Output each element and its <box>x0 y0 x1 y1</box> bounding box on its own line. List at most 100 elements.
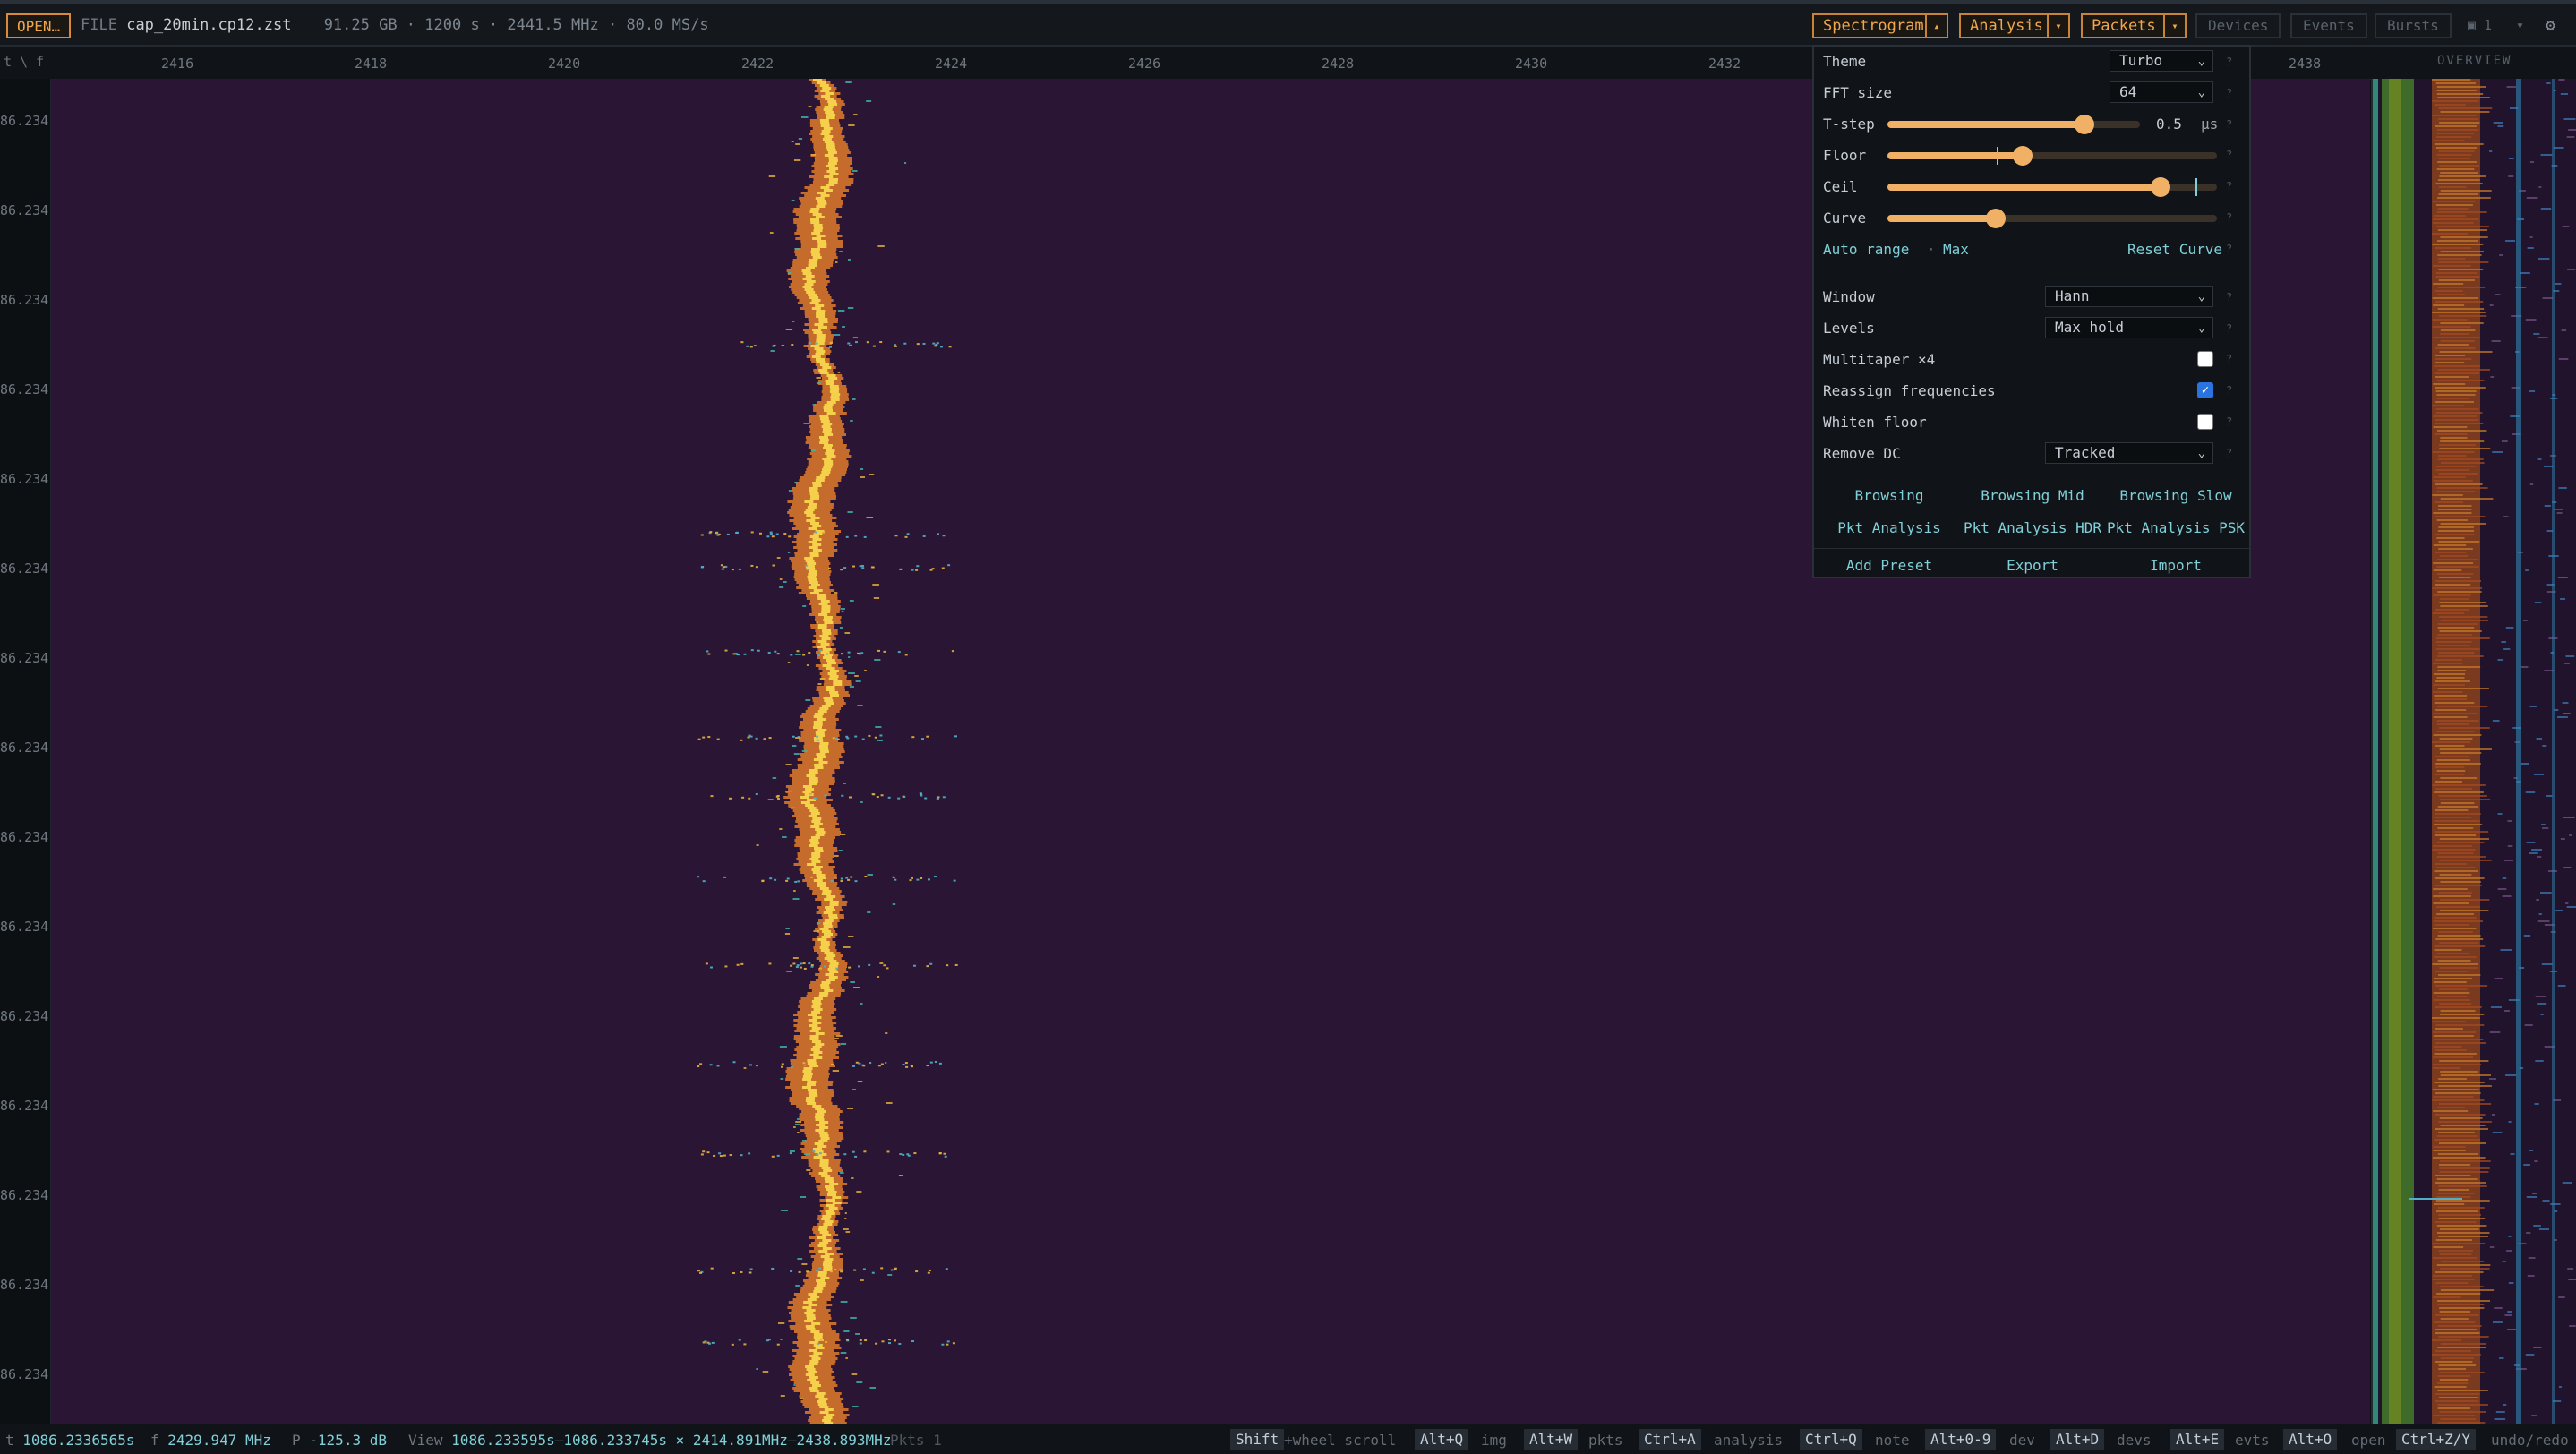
whiten-floor-checkbox[interactable] <box>2197 414 2213 430</box>
preset-browsing-mid[interactable]: Browsing Mid <box>1961 487 2104 504</box>
spectrogram-settings-panel: Theme Turbo ⌄ ? FFT size 64 ⌄ ? T-step 0.5… <box>1812 45 2251 578</box>
packets-button[interactable]: Packets <box>2081 13 2167 38</box>
view-menu-toggle[interactable]: ▾ <box>2516 13 2524 38</box>
fft-size-label: FFT size <box>1823 84 1893 101</box>
ceil-slider[interactable] <box>1887 177 2217 197</box>
axis-corner-label: t \ f <box>4 54 45 70</box>
spectrogram-menu-toggle[interactable]: ▴ <box>1925 13 1948 38</box>
time-tick: 86.234 <box>0 1187 49 1203</box>
shortcut-desc: analysis <box>1714 1432 1784 1449</box>
floor-slider[interactable] <box>1887 146 2217 166</box>
help-icon[interactable]: ? <box>2226 415 2232 428</box>
spectrogram-button[interactable]: Spectrogram <box>1812 13 1935 38</box>
help-icon[interactable]: ? <box>2226 87 2232 99</box>
multitaper-label: Multitaper ×4 <box>1823 351 1936 368</box>
chevron-down-icon: ⌄ <box>2197 54 2205 68</box>
status-bar: t 1086.2336565s f 2429.947 MHz P -125.3 … <box>0 1424 2576 1454</box>
top-toolbar: OPEN… FILE cap_20min.cp12.zst 91.25 GB ·… <box>0 0 2576 47</box>
time-tick: 86.234 <box>0 919 49 935</box>
help-icon[interactable]: ? <box>2226 322 2232 335</box>
shortcut-key: Ctrl+Z/Y <box>2396 1429 2477 1450</box>
fft-size-select[interactable]: 64 ⌄ <box>2110 81 2213 103</box>
export-button[interactable]: Export <box>1961 557 2104 574</box>
chevron-down-icon: ⌄ <box>2197 85 2205 99</box>
file-name: cap_20min.cp12.zst <box>126 16 292 34</box>
levels-value: Max hold <box>2055 319 2125 336</box>
tstep-slider[interactable] <box>1887 115 2140 134</box>
max-link[interactable]: Max <box>1943 241 1969 258</box>
reassign-checkbox[interactable]: ✓ <box>2197 382 2213 398</box>
shortcut-key: Shift <box>1230 1429 1285 1450</box>
shortcut-key: Ctrl+A <box>1639 1429 1701 1450</box>
shortcut-desc: img <box>1481 1432 1507 1449</box>
time-tick: 86.234 <box>0 202 49 218</box>
time-tick: 86.234 <box>0 292 49 308</box>
help-icon[interactable]: ? <box>2226 291 2232 304</box>
shortcut-desc: devs <box>2117 1432 2152 1449</box>
packets-menu-toggle[interactable]: ▾ <box>2163 13 2187 38</box>
help-icon[interactable]: ? <box>2226 384 2232 397</box>
floor-slider-thumb[interactable] <box>2013 146 2033 166</box>
curve-slider-fill <box>1887 215 1996 222</box>
auto-range-link[interactable]: Auto range <box>1823 241 1909 258</box>
analysis-button[interactable]: Analysis <box>1959 13 2054 38</box>
tstep-slider-thumb[interactable] <box>2075 115 2094 134</box>
freq-tick: 2422 <box>741 56 775 72</box>
status-time-label: t <box>5 1432 14 1449</box>
remove-dc-select[interactable]: Tracked ⌄ <box>2045 442 2213 464</box>
ceil-slider-thumb[interactable] <box>2151 177 2170 197</box>
help-icon[interactable]: ? <box>2226 243 2232 255</box>
overview-minimap[interactable] <box>2371 79 2576 1424</box>
help-icon[interactable]: ? <box>2226 56 2232 68</box>
help-icon[interactable]: ? <box>2226 447 2232 459</box>
reassign-label: Reassign frequencies <box>1823 382 1996 399</box>
ceil-label: Ceil <box>1823 178 1858 195</box>
status-power: P -125.3 dB <box>292 1432 387 1449</box>
theme-select[interactable]: Turbo ⌄ <box>2110 50 2213 72</box>
help-icon[interactable]: ? <box>2226 211 2232 224</box>
status-power-value: -125.3 dB <box>309 1432 387 1449</box>
gear-icon[interactable]: ⚙ <box>2546 16 2555 35</box>
status-freq-value: 2429.947 MHz <box>167 1432 271 1449</box>
preset-browsing-slow[interactable]: Browsing Slow <box>2104 487 2247 504</box>
time-tick: 86.234 <box>0 560 49 577</box>
levels-select[interactable]: Max hold ⌄ <box>2045 317 2213 338</box>
bursts-button[interactable]: Bursts <box>2375 13 2452 38</box>
preset-browsing[interactable]: Browsing <box>1818 487 1961 504</box>
shortcut-desc: evts <box>2235 1432 2270 1449</box>
reset-curve-link[interactable]: Reset Curve <box>2127 241 2222 258</box>
add-preset-button[interactable]: Add Preset <box>1818 557 1961 574</box>
window-value: Hann <box>2055 287 2090 304</box>
remove-dc-value: Tracked <box>2055 444 2116 461</box>
floor-label: Floor <box>1823 147 1867 164</box>
analysis-menu-toggle[interactable]: ▾ <box>2047 13 2070 38</box>
help-icon[interactable]: ? <box>2226 180 2232 192</box>
preset-pkt-analysis-psk[interactable]: Pkt Analysis PSK <box>2104 519 2247 536</box>
events-button[interactable]: Events <box>2290 13 2367 38</box>
curve-slider-thumb[interactable] <box>1986 209 2006 228</box>
time-tick: 86.234 <box>0 829 49 845</box>
help-icon[interactable]: ? <box>2226 118 2232 131</box>
chevron-down-icon: ⌄ <box>2197 321 2205 335</box>
time-tick: 86.234 <box>0 113 49 129</box>
chevron-down-icon: ⌄ <box>2197 289 2205 304</box>
help-icon[interactable]: ? <box>2226 149 2232 161</box>
window-select[interactable]: Hann ⌄ <box>2045 286 2213 307</box>
open-file-button[interactable]: OPEN… <box>6 13 72 38</box>
freq-tick: 2438 <box>2289 56 2322 72</box>
multitaper-checkbox[interactable] <box>2197 351 2213 367</box>
time-tick: 86.234 <box>0 471 49 487</box>
chevron-down-icon: ⌄ <box>2197 446 2205 460</box>
view-count[interactable]: ▣ 1 <box>2468 13 2492 38</box>
curve-slider[interactable] <box>1887 209 2217 228</box>
time-tick: 86.234 <box>0 1008 49 1024</box>
help-icon[interactable]: ? <box>2226 353 2232 365</box>
import-button[interactable]: Import <box>2104 557 2247 574</box>
devices-button[interactable]: Devices <box>2195 13 2281 38</box>
levels-label: Levels <box>1823 320 1875 337</box>
overview-label: OVERVIEW <box>2437 54 2512 68</box>
preset-pkt-analysis[interactable]: Pkt Analysis <box>1818 519 1961 536</box>
freq-tick: 2420 <box>548 56 581 72</box>
shortcut-desc: note <box>1875 1432 1910 1449</box>
preset-pkt-analysis-hdr[interactable]: Pkt Analysis HDR <box>1961 519 2104 536</box>
